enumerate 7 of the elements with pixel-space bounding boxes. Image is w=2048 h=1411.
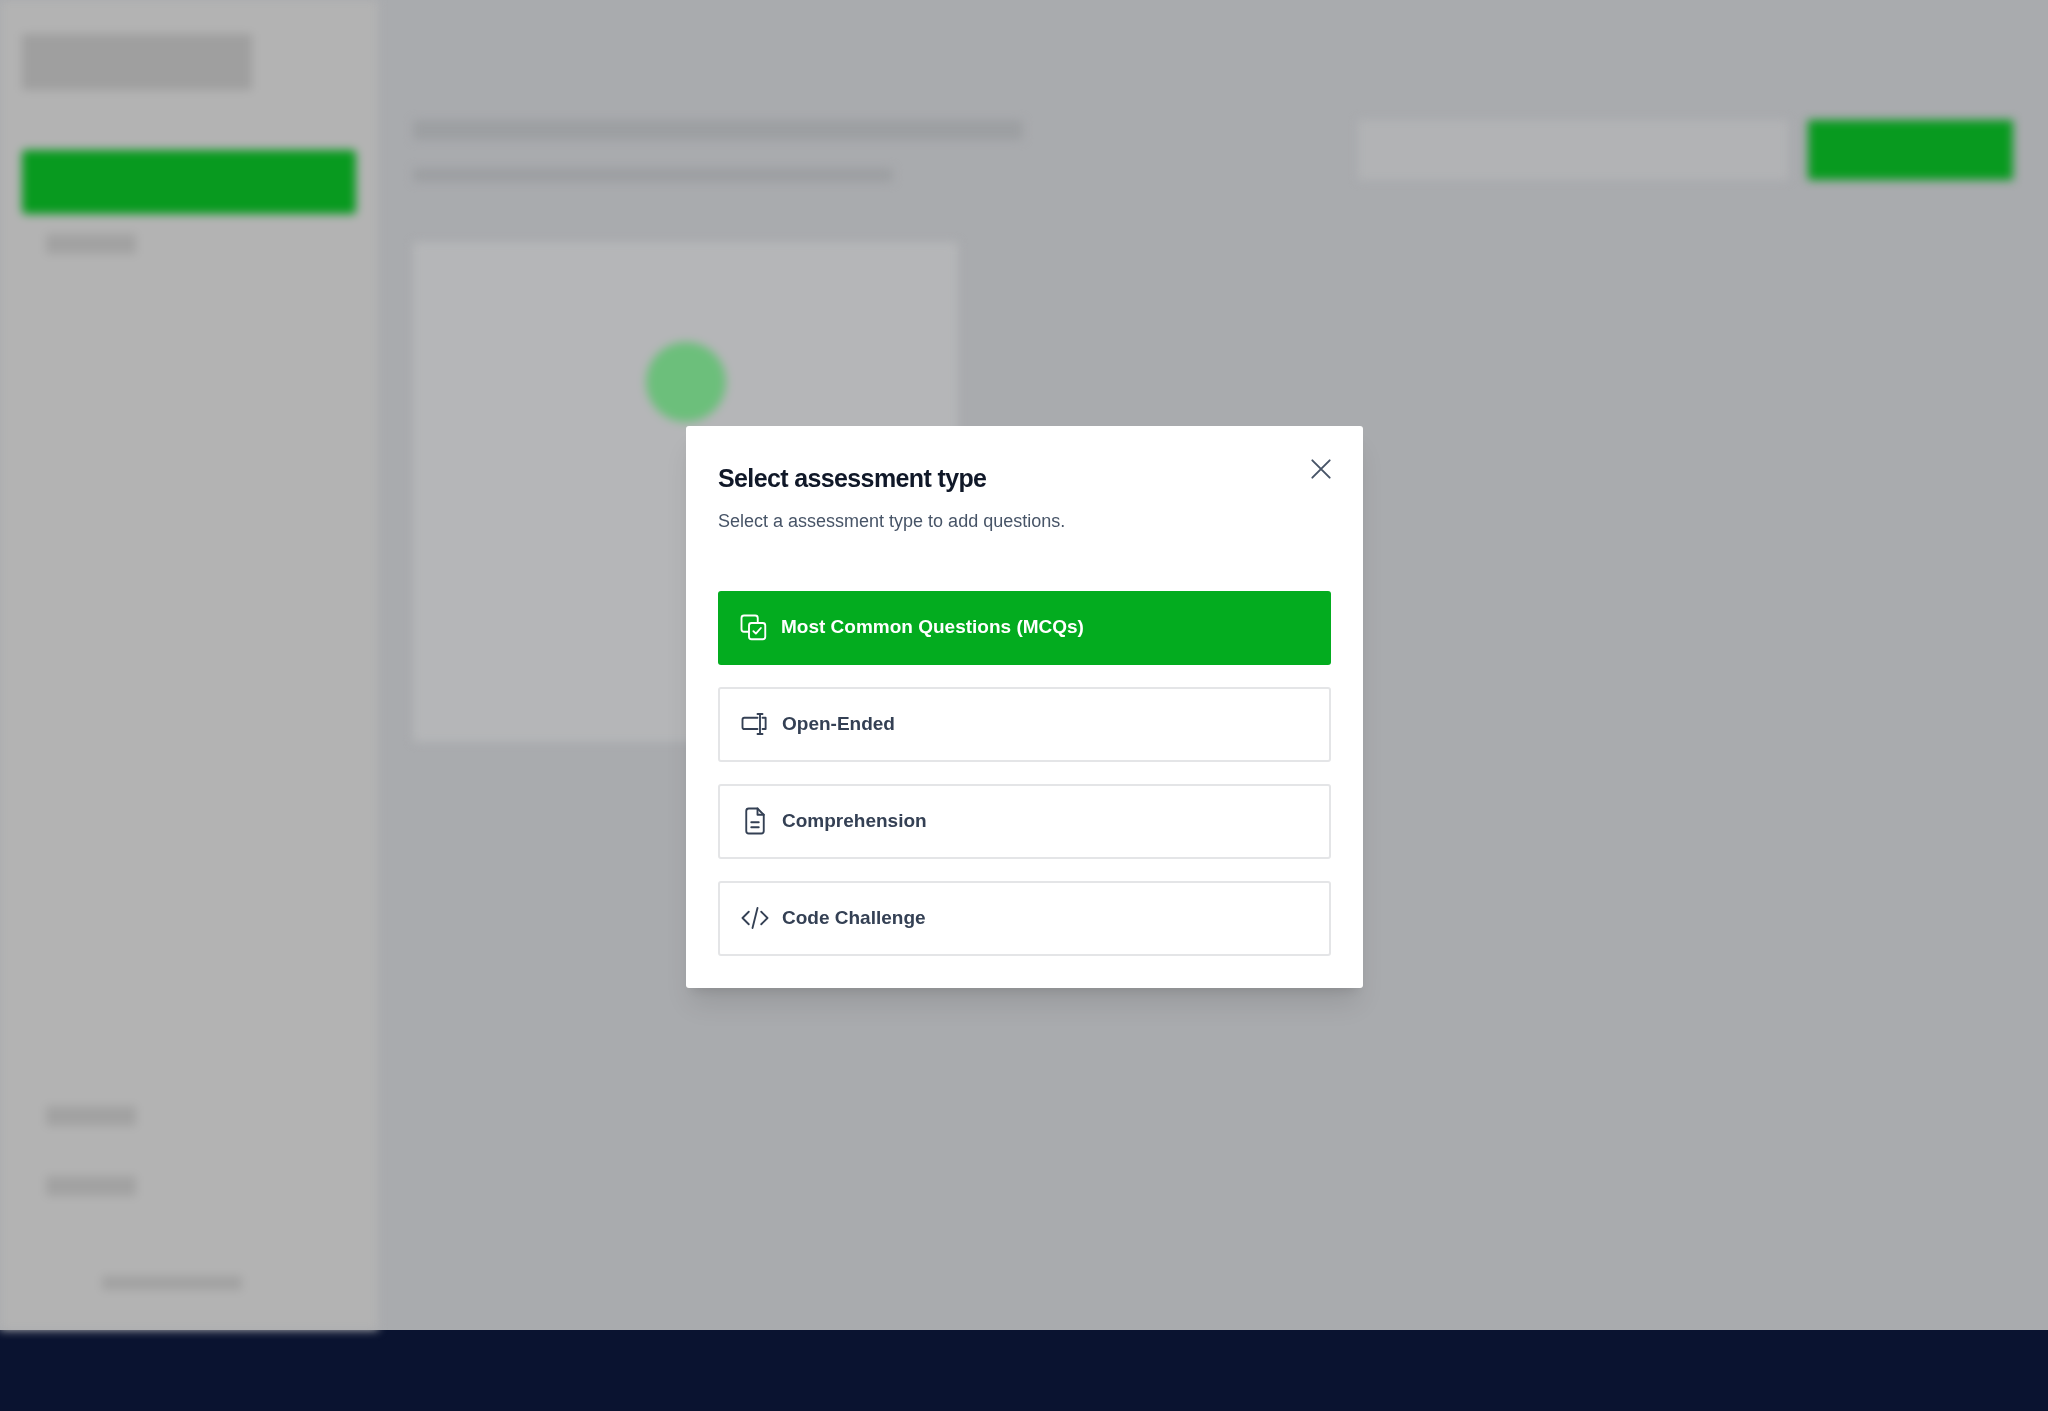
dialog-title: Select assessment type <box>718 463 987 494</box>
close-icon[interactable] <box>1308 456 1334 482</box>
dialog-subtitle: Select a assessment type to add questions. <box>718 509 1067 533</box>
assessment-option[interactable]: Comprehension <box>718 783 1331 859</box>
assessment-option[interactable]: Code Challenge <box>718 880 1331 956</box>
checked-squares-icon <box>739 612 769 643</box>
assessment-option[interactable]: Open-Ended <box>718 686 1331 762</box>
